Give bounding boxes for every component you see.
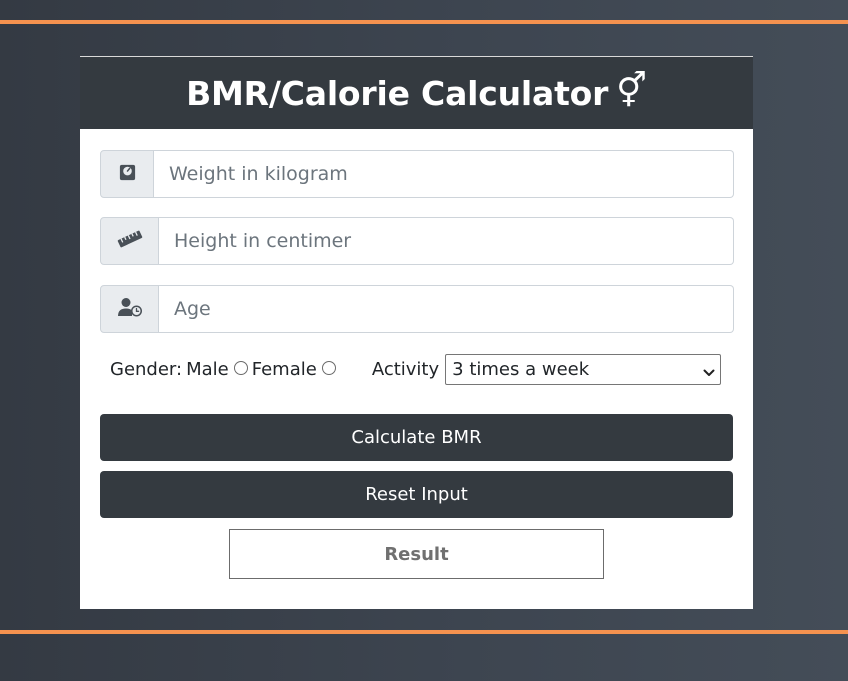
page-title: BMR/Calorie Calculator [186,73,609,113]
gender-label: Gender: [110,358,183,380]
weight-addon [100,150,154,198]
activity-label: Activity [371,358,440,380]
height-addon [100,217,159,265]
bottom-accent-line [0,630,848,634]
ruler-icon [117,230,143,252]
calculator-card: BMR/Calorie Calculator ⚥ Weight in kilog… [80,56,753,609]
weight-scale-icon [118,163,137,186]
male-radio[interactable] [233,361,248,375]
reset-input-button[interactable]: Reset Input [100,471,733,518]
male-label: Male [186,358,229,380]
result-button[interactable]: Result [229,529,604,579]
weight-input-group [100,150,734,198]
female-label: Female [251,358,317,380]
calculate-bmr-button[interactable]: Calculate BMR [100,414,733,461]
top-accent-line [0,20,848,24]
age-addon [100,285,159,333]
activity-selected-value: 3 times a week [452,358,590,380]
card-header: BMR/Calorie Calculator ⚥ [80,56,753,129]
age-field[interactable] [159,285,734,333]
activity-select[interactable]: 3 times a week [445,353,722,385]
age-input-group [100,285,734,333]
chevron-down-icon [703,363,715,376]
options-row: Gender: Male Female Activity 3 times a w… [110,352,722,386]
female-radio[interactable] [321,361,336,375]
user-clock-icon [117,297,143,321]
height-field[interactable] [159,217,734,265]
gender-symbol-icon: ⚥ [616,71,647,111]
height-input-group [100,217,734,265]
weight-field[interactable] [154,150,734,198]
